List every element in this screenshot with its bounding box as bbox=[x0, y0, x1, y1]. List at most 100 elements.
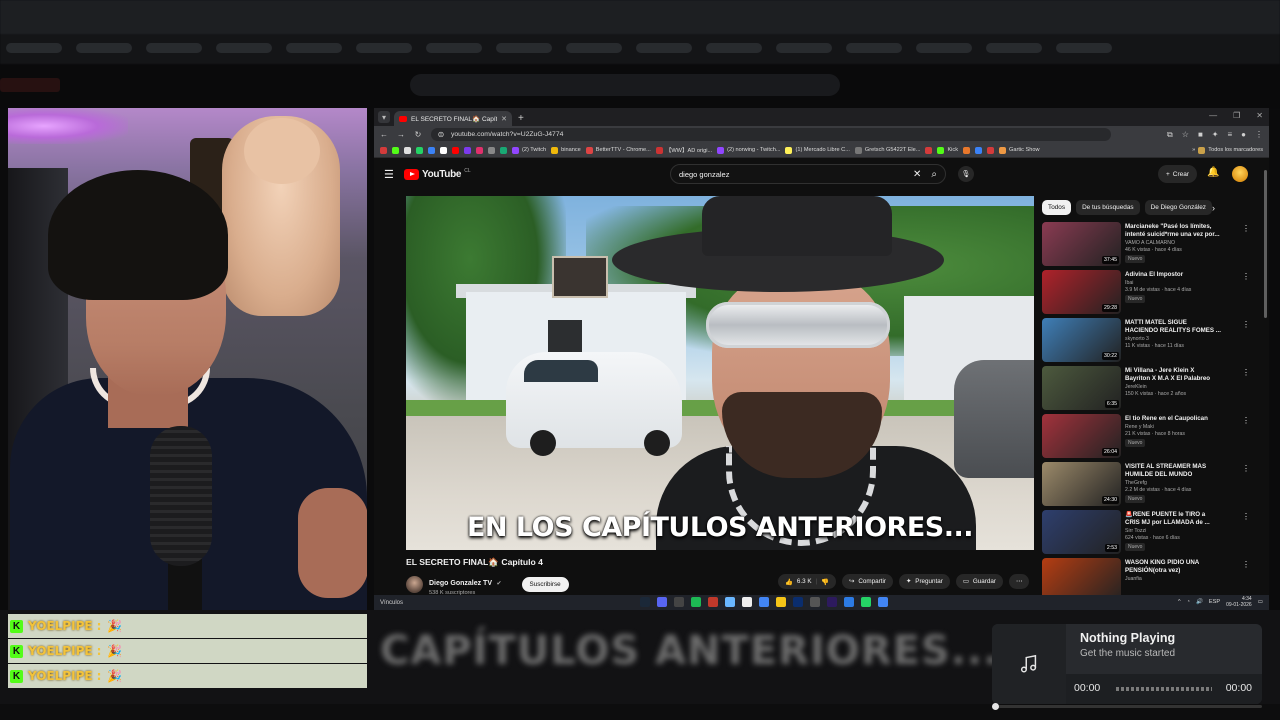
bookmark-icon[interactable] bbox=[500, 146, 507, 154]
create-button[interactable]: + Crear bbox=[1158, 165, 1198, 183]
video-title[interactable]: MATTI MATEL SIGUE HACIENDO REALITYS FOME… bbox=[1125, 319, 1221, 335]
youtube-logo[interactable]: YouTube CL bbox=[404, 168, 471, 180]
video-player[interactable]: EN LOS CAPÍTULOS ANTERIORES... bbox=[406, 196, 1034, 550]
share-button[interactable]: ↪ Compartir bbox=[842, 574, 893, 589]
bookmark-star-icon[interactable]: ☆ bbox=[1182, 130, 1189, 140]
recommended-video[interactable]: 6:35 Mi Villana - Jere Klein X Bayriton X… bbox=[1042, 366, 1262, 414]
reading-list-icon[interactable]: ≡ bbox=[1227, 130, 1232, 140]
video-title[interactable]: Mi Villana - Jere Klein X Bayriton X M.A… bbox=[1125, 367, 1221, 383]
recommended-video[interactable]: 30:22 MATTI MATEL SIGUE HACIENDO REALITYS… bbox=[1042, 318, 1262, 366]
video-title[interactable]: VISITÉ AL STREAMER MÁS HUMILDE DEL MUNDO bbox=[1125, 463, 1221, 479]
video-title[interactable]: Marcianeke "Pasé los límites, intenté su… bbox=[1125, 223, 1221, 239]
channel-name[interactable]: Rene y Maki bbox=[1125, 424, 1221, 430]
video-title[interactable]: WASON KING PIDIO UNA PENSIÓN(otra vez) bbox=[1125, 559, 1221, 575]
bookmark-icon[interactable] bbox=[428, 146, 435, 154]
bookmark-betterttv[interactable]: BetterTTV - Chrome... bbox=[585, 146, 651, 154]
more-options-icon[interactable]: ⋮ bbox=[1242, 368, 1250, 377]
bookmark-icon[interactable] bbox=[380, 146, 387, 154]
bookmark-mercadolibre[interactable]: (1) Mercado Libre C... bbox=[785, 146, 850, 154]
back-icon[interactable]: ← bbox=[380, 130, 388, 139]
more-options-icon[interactable]: ⋮ bbox=[1242, 272, 1250, 281]
recommended-video[interactable]: 26:04 El tio Rene en el Caupolican Rene y … bbox=[1042, 414, 1262, 462]
bookmark-icon[interactable] bbox=[975, 146, 983, 154]
channel-name[interactable]: TheGrefg bbox=[1125, 480, 1221, 486]
chip-from-searches[interactable]: De tus búsquedas bbox=[1076, 200, 1140, 215]
recommended-video[interactable]: 24:30 VISITÉ AL STREAMER MÁS HUMILDE DEL … bbox=[1042, 462, 1262, 510]
discord-icon[interactable] bbox=[657, 597, 667, 607]
app-icon[interactable] bbox=[844, 597, 854, 607]
notifications-icon[interactable]: ▭ bbox=[1258, 599, 1263, 605]
search-input[interactable]: diego gonzalez ✕ ⌕ bbox=[670, 164, 946, 184]
clock[interactable]: 4:34 09-01-2026 bbox=[1226, 596, 1252, 608]
youtube-bookmark-icon[interactable] bbox=[452, 146, 459, 154]
chevron-right-icon[interactable]: › bbox=[1212, 203, 1215, 213]
more-options-icon[interactable]: ⋮ bbox=[1242, 416, 1250, 425]
capcut-icon[interactable] bbox=[742, 597, 752, 607]
bookmark-icon[interactable] bbox=[464, 146, 471, 154]
spotify-icon[interactable] bbox=[691, 597, 701, 607]
extensions-puzzle-icon[interactable]: ✦ bbox=[1212, 130, 1219, 140]
video-thumbnail[interactable]: 24:30 bbox=[1042, 462, 1121, 506]
forward-icon[interactable]: → bbox=[397, 130, 405, 139]
close-tab-icon[interactable]: ✕ bbox=[501, 115, 507, 123]
tray-chevron-icon[interactable]: ^ bbox=[1178, 599, 1181, 605]
site-info-icon[interactable]: ⊜ bbox=[437, 130, 445, 139]
recommended-video[interactable]: 29:28 Adivina El Impostor Ibai 3.9 M de vis… bbox=[1042, 270, 1262, 318]
instagram-bookmark-icon[interactable] bbox=[476, 146, 483, 154]
tiktok-bookmark-icon[interactable] bbox=[440, 146, 447, 154]
video-thumbnail[interactable]: 37:45 bbox=[1042, 222, 1121, 266]
bookmark-norwing[interactable]: (2) norwing - Twitch... bbox=[717, 146, 780, 154]
bookmark-icon[interactable] bbox=[925, 146, 933, 154]
channel-name[interactable]: JereKlein bbox=[1125, 384, 1221, 390]
channel-name[interactable]: Diego Gonzalez TV bbox=[429, 580, 492, 587]
recommended-video[interactable]: 37:45 Marcianeke "Pasé los límites, inten… bbox=[1042, 222, 1262, 270]
photoshop-icon[interactable] bbox=[793, 597, 803, 607]
ask-button[interactable]: ✦ Preguntar bbox=[898, 574, 950, 589]
chrome-active-icon[interactable] bbox=[878, 597, 888, 607]
more-options-icon[interactable]: ⋮ bbox=[1242, 560, 1250, 569]
channel-name[interactable]: skynorto 3 bbox=[1125, 336, 1221, 342]
bookmark-binance[interactable]: binance bbox=[551, 146, 581, 154]
language-indicator[interactable]: ESP bbox=[1209, 599, 1220, 605]
more-options-icon[interactable]: ⋮ bbox=[1242, 464, 1250, 473]
notifications-bell-icon[interactable]: 🔔 bbox=[1207, 167, 1219, 178]
more-options-icon[interactable]: ⋮ bbox=[1242, 512, 1250, 521]
bookmark-twitch[interactable]: (2) Twitch bbox=[512, 146, 546, 154]
minimize-icon[interactable]: — bbox=[1209, 111, 1217, 120]
video-title[interactable]: Adivina El Impostor bbox=[1125, 271, 1221, 279]
channel-name[interactable]: Ibai bbox=[1125, 280, 1221, 286]
chip-from-channel[interactable]: De Diego González bbox=[1144, 200, 1212, 215]
bookmark-icon[interactable] bbox=[963, 146, 971, 154]
whatsapp-bookmark-icon[interactable] bbox=[416, 146, 423, 154]
video-thumbnail[interactable]: 29:28 bbox=[1042, 270, 1121, 314]
tab-search-icon[interactable]: ▾ bbox=[378, 111, 390, 123]
steam-icon[interactable] bbox=[640, 597, 650, 607]
more-options-icon[interactable]: ⋮ bbox=[1242, 320, 1250, 329]
file-explorer-icon[interactable] bbox=[776, 597, 786, 607]
terminal-icon[interactable] bbox=[810, 597, 820, 607]
voice-search-icon[interactable]: 🎙 bbox=[958, 166, 974, 182]
premiere-icon[interactable] bbox=[827, 597, 837, 607]
bookmark-gartic[interactable]: Gartic Show bbox=[999, 146, 1040, 154]
reload-icon[interactable]: ↻ bbox=[414, 130, 422, 139]
profile-icon[interactable]: ● bbox=[1241, 130, 1246, 140]
taskbar-links[interactable]: Vínculos bbox=[380, 600, 403, 606]
subscribe-button[interactable]: Suscribirse bbox=[521, 576, 569, 592]
progress-knob[interactable] bbox=[992, 703, 999, 710]
bookmark-icon[interactable] bbox=[488, 146, 495, 154]
kick-bookmark-icon[interactable] bbox=[392, 146, 399, 154]
video-thumbnail[interactable]: 26:04 bbox=[1042, 414, 1121, 458]
like-button[interactable]: 👍 6.3 K | 👎 bbox=[778, 574, 837, 589]
video-thumbnail[interactable]: 30:22 bbox=[1042, 318, 1121, 362]
bookmark-icon[interactable] bbox=[987, 146, 995, 154]
obs-icon[interactable] bbox=[674, 597, 684, 607]
tab-youtube-video[interactable]: EL SECRETO FINAL🏠 Capítulo 4 ✕ bbox=[394, 111, 512, 126]
x-bookmark-icon[interactable] bbox=[404, 146, 411, 154]
video-title[interactable]: 🚨RENE PUENTE le TIRÓ a CRIS MJ por LLAMA… bbox=[1125, 511, 1221, 527]
new-tab-icon[interactable]: + bbox=[518, 113, 524, 124]
chrome-icon[interactable] bbox=[759, 597, 769, 607]
channel-name[interactable]: Sirr Tozzi bbox=[1125, 528, 1221, 534]
thumbs-down-icon[interactable]: 👎 bbox=[821, 578, 829, 586]
url-field[interactable]: ⊜ youtube.com/watch?v=U2ZuG-J4774 bbox=[431, 128, 1111, 141]
clear-search-icon[interactable]: ✕ bbox=[913, 169, 921, 180]
